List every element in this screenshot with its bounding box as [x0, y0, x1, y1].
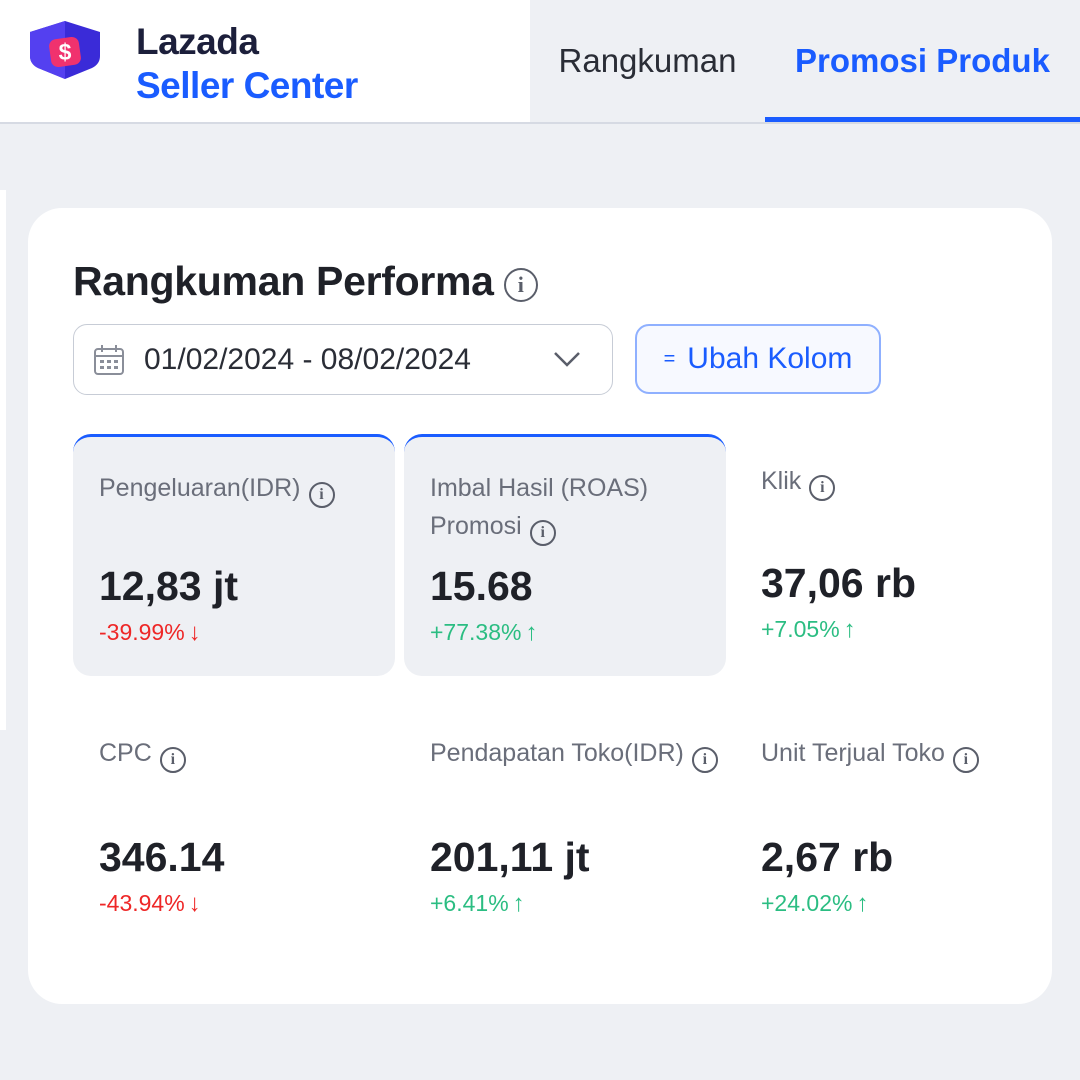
arrow-down-icon: ↓ — [188, 890, 201, 917]
metric-value: 15.68 — [430, 563, 533, 609]
metric-label-text: CPC — [99, 739, 152, 767]
metric-change: -43.94% ↓ — [99, 890, 201, 918]
tab-rangkuman[interactable]: Rangkuman — [530, 0, 765, 122]
svg-text:$: $ — [59, 39, 72, 65]
date-range-picker[interactable]: 01/02/2024 - 08/02/2024 — [73, 324, 613, 395]
metric-change-text: -43.94% — [99, 890, 185, 916]
metric-card-roas[interactable]: Imbal Hasil (ROAS) Promosi i 15.68 +77.38… — [404, 434, 726, 676]
section-title: Rangkuman Performa i — [73, 258, 538, 305]
metric-label: Unit Terjual Toko i — [761, 734, 979, 773]
metric-change: +7.05% ↑ — [761, 616, 856, 644]
metric-label-text: Pendapatan Toko(IDR) — [430, 739, 684, 767]
metric-label-text: Unit Terjual Toko — [761, 739, 945, 767]
metric-change-text: -39.99% — [99, 619, 185, 645]
info-icon[interactable]: i — [691, 747, 718, 773]
columns-icon: = — [663, 347, 676, 370]
metric-value: 201,11 jt — [430, 834, 590, 880]
metric-label: Klik i — [761, 462, 836, 501]
arrow-up-icon: ↑ — [856, 890, 869, 917]
tab-promosi-produk[interactable]: Promosi Produk — [765, 0, 1080, 122]
arrow-down-icon: ↓ — [188, 619, 201, 646]
brand-name: Lazada — [136, 21, 259, 62]
info-icon[interactable]: i — [952, 747, 979, 773]
side-strip — [0, 190, 6, 730]
info-icon[interactable]: i — [529, 520, 556, 546]
brand-area: $ Lazada Seller Center — [0, 0, 530, 122]
metric-change-text: +7.05% — [761, 616, 840, 642]
metric-value: 12,83 jt — [99, 563, 239, 609]
metric-card-store-revenue[interactable]: Pendapatan Toko(IDR) i 201,11 jt +6.41% ↑ — [404, 708, 726, 950]
metric-change: +6.41% ↑ — [430, 890, 525, 918]
metric-label-text: Pengeluaran(IDR) — [99, 474, 301, 502]
section-title-text: Rangkuman Performa — [73, 258, 494, 304]
metric-change-text: +24.02% — [761, 890, 853, 916]
arrow-up-icon: ↑ — [843, 616, 856, 643]
calendar-icon — [94, 344, 124, 375]
metric-change-text: +77.38% — [430, 619, 522, 645]
metric-label: Pengeluaran(IDR) i — [99, 469, 335, 508]
metric-label-text: Klik — [761, 467, 802, 495]
metric-change: +24.02% ↑ — [761, 890, 868, 918]
brand-subtitle: Seller Center — [136, 65, 358, 106]
date-range-value: 01/02/2024 - 08/02/2024 — [144, 342, 471, 376]
metric-value: 2,67 rb — [761, 834, 894, 880]
metric-value: 346.14 — [99, 834, 225, 880]
edit-columns-button[interactable]: = Ubah Kolom — [635, 324, 881, 394]
metric-change: -39.99% ↓ — [99, 619, 201, 647]
info-icon[interactable]: i — [308, 482, 335, 508]
info-icon[interactable]: i — [809, 475, 836, 501]
performance-summary-card: Rangkuman Performa i 01/02/2024 - 08/02/… — [28, 208, 1052, 1004]
metric-label: Imbal Hasil (ROAS) Promosi i — [430, 469, 680, 546]
top-bar: $ Lazada Seller Center Rangkuman Promosi… — [0, 0, 1080, 124]
metric-label: Pendapatan Toko(IDR) i — [430, 734, 718, 773]
arrow-up-icon: ↑ — [512, 890, 525, 917]
metric-change: +77.38% ↑ — [430, 619, 537, 647]
metric-value: 37,06 rb — [761, 560, 916, 606]
metric-label: CPC i — [99, 734, 186, 773]
metric-card-spend[interactable]: Pengeluaran(IDR) i 12,83 jt -39.99% ↓ — [73, 434, 395, 676]
info-icon[interactable]: i — [159, 747, 186, 773]
metric-card-units-sold[interactable]: Unit Terjual Toko i 2,67 rb +24.02% ↑ — [735, 708, 1057, 950]
arrow-up-icon: ↑ — [525, 619, 538, 646]
chevron-down-icon — [554, 352, 580, 367]
edit-columns-label: Ubah Kolom — [687, 342, 853, 375]
metric-card-clicks[interactable]: Klik i 37,06 rb +7.05% ↑ — [735, 434, 1057, 676]
info-icon[interactable]: i — [503, 267, 538, 302]
metric-change-text: +6.41% — [430, 890, 509, 916]
metric-card-cpc[interactable]: CPC i 346.14 -43.94% ↓ — [73, 708, 395, 950]
lazada-logo-icon: $ — [30, 21, 100, 79]
